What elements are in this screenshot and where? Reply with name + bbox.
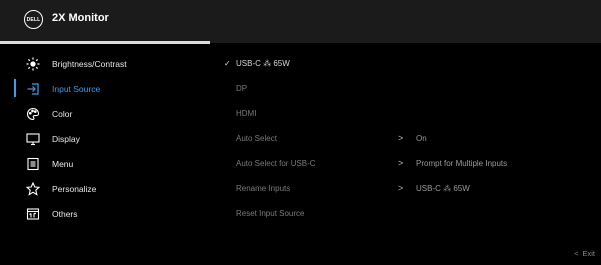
menu-label-personalize: Personalize <box>52 183 97 194</box>
option-dp[interactable]: DP <box>236 84 247 93</box>
active-section-underline <box>0 41 210 44</box>
exit-button[interactable]: < Exit <box>574 249 595 258</box>
menu-item-menu[interactable]: Menu <box>0 151 210 176</box>
option-reset-input-source[interactable]: Reset Input Source <box>236 209 304 218</box>
monitor-title: 2X Monitor <box>52 12 109 24</box>
exit-label: Exit <box>582 249 595 258</box>
menu-item-display[interactable]: Display <box>0 126 210 151</box>
option-auto-select[interactable]: Auto Select <box>236 134 277 143</box>
option-auto-select-usb-c[interactable]: Auto Select for USB-C <box>236 159 316 168</box>
menu-label-brightness-contrast: Brightness/Contrast <box>52 58 127 69</box>
menu-item-personalize[interactable]: Personalize <box>0 176 210 201</box>
chevron-right-icon: > <box>398 183 404 193</box>
menu-label-display: Display <box>52 133 80 144</box>
chevron-right-icon: > <box>398 133 404 143</box>
chevron-left-icon: < <box>574 249 579 258</box>
selected-check-icon: ✓ <box>224 59 231 68</box>
option-hdmi[interactable]: HDMI <box>236 109 256 118</box>
input-source-icon <box>26 82 40 96</box>
menu-label-others: Others <box>52 208 78 219</box>
menu-item-brightness-contrast[interactable]: Brightness/Contrast <box>0 51 210 76</box>
auto-select-value: On <box>416 134 427 143</box>
color-palette-icon <box>26 107 40 121</box>
dell-logo: DELL <box>24 10 43 29</box>
star-icon <box>26 181 40 196</box>
option-rename-inputs[interactable]: Rename Inputs <box>236 184 290 193</box>
menu-label-color: Color <box>52 108 73 119</box>
menu-item-input-source[interactable]: Input Source <box>0 76 210 101</box>
menu-icon <box>26 157 40 171</box>
chevron-right-icon: > <box>398 158 404 168</box>
option-usb-c-65w[interactable]: USB-C ⁂ 65W <box>236 59 290 68</box>
menu-label-menu: Menu <box>52 158 74 169</box>
brightness-icon <box>26 57 40 71</box>
auto-select-usb-c-value: Prompt for Multiple Inputs <box>416 159 508 168</box>
header-bar: DELL 2X Monitor <box>0 0 601 43</box>
display-icon <box>26 132 40 146</box>
menu-item-others[interactable]: Others <box>0 201 210 226</box>
rename-inputs-value: USB-C ⁂ 65W <box>416 184 470 193</box>
menu-item-color[interactable]: Color <box>0 101 210 126</box>
others-icon <box>26 207 40 221</box>
menu-label-input-source: Input Source <box>52 83 101 94</box>
